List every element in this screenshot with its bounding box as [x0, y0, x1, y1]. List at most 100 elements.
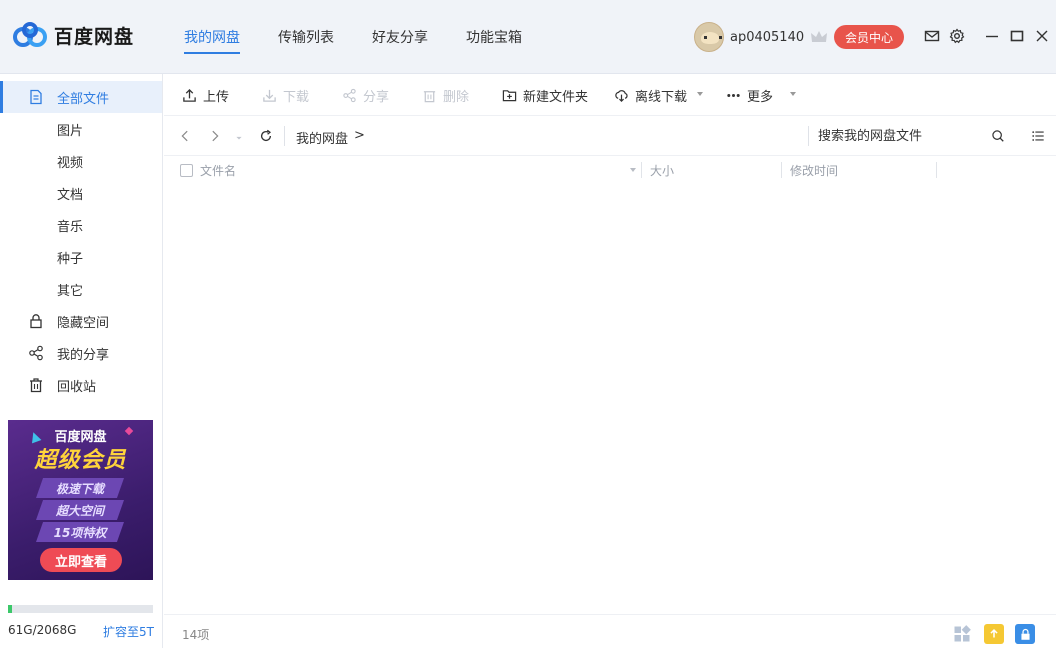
offline-download-button[interactable]: 离线下载 — [614, 86, 688, 105]
lock-icon — [30, 314, 42, 329]
more-button[interactable]: 更多 — [726, 86, 774, 105]
sidebar: 全部文件 图片 视频 文档 音乐 种子 其它 隐藏空间 我的分享 回收站 百度网… — [0, 74, 163, 648]
avatar[interactable] — [694, 22, 724, 52]
upload-label: 上传 — [203, 89, 230, 105]
offline-download-dropdown-icon[interactable] — [697, 92, 703, 96]
sidebar-item-label: 视频 — [57, 155, 84, 171]
list-view-icon[interactable] — [1030, 128, 1046, 144]
sidebar-item-hidden-space[interactable]: 隐藏空间 — [0, 305, 162, 337]
search-input[interactable] — [818, 124, 988, 148]
download-icon — [263, 89, 276, 102]
share-icon — [29, 345, 43, 361]
vip-center-button[interactable]: 会员中心 — [834, 25, 904, 49]
sort-dropdown-icon[interactable] — [630, 168, 636, 172]
upload-button[interactable]: 上传 — [182, 86, 230, 105]
title-bar: 百度网盘 我的网盘 传输列表 好友分享 功能宝箱 ap0405140 会员中心 — [0, 0, 1056, 74]
new-folder-button[interactable]: 新建文件夹 — [502, 86, 589, 105]
tab-my-netdisk[interactable]: 我的网盘 — [170, 0, 254, 74]
column-separator[interactable] — [936, 162, 937, 178]
breadcrumb[interactable]: 我的网盘 — [296, 128, 348, 147]
search-icon[interactable] — [990, 128, 1006, 144]
storage-quota-fill — [8, 605, 13, 613]
sidebar-item-all-files[interactable]: 全部文件 — [0, 81, 162, 113]
sidebar-item-label: 全部文件 — [57, 91, 110, 107]
sidebar-item-label: 音乐 — [57, 219, 84, 235]
mail-icon[interactable] — [923, 27, 941, 45]
column-name[interactable]: 文件名 — [200, 162, 236, 179]
item-count: 14项 — [182, 628, 210, 642]
status-bar: 14项 — [164, 614, 1056, 648]
divider — [808, 126, 809, 146]
tab-toolbox[interactable]: 功能宝箱 — [452, 0, 536, 74]
upload-icon — [183, 88, 196, 102]
upload-task-icon[interactable] — [984, 624, 1004, 644]
select-all-checkbox[interactable] — [180, 164, 193, 177]
history-dropdown-icon[interactable] — [231, 128, 247, 144]
file-toolbar: 上传 下载 分享 删除 新建文件夹 离线下载 更多 — [164, 74, 1056, 116]
super-vip-ad-banner[interactable]: 百度网盘 超级会员 极速下载 超大空间 15项特权 立即查看 — [8, 420, 153, 580]
sidebar-item-images[interactable]: 图片 — [0, 113, 162, 145]
column-modified[interactable]: 修改时间 — [790, 162, 838, 179]
sidebar-item-label: 我的分享 — [57, 347, 110, 363]
expand-storage-link[interactable]: 扩容至5T — [103, 623, 154, 640]
new-folder-label: 新建文件夹 — [523, 89, 589, 105]
sidebar-item-label: 其它 — [57, 283, 84, 299]
storage-quota-bar — [8, 605, 153, 613]
path-bar: 我的网盘 > — [164, 116, 1056, 156]
refresh-icon[interactable] — [258, 128, 274, 144]
ad-tag-fast-download: 极速下载 — [36, 478, 124, 498]
column-separator[interactable] — [781, 162, 782, 178]
share-label: 分享 — [363, 89, 390, 105]
column-size[interactable]: 大小 — [650, 162, 674, 179]
trash-icon — [423, 90, 436, 102]
sidebar-item-others[interactable]: 其它 — [0, 273, 162, 305]
sidebar-item-label: 种子 — [57, 251, 84, 267]
forward-icon[interactable] — [207, 128, 223, 144]
download-button[interactable]: 下载 — [262, 86, 310, 105]
user-profile[interactable]: ap0405140 — [694, 22, 828, 52]
storage-quota-text: 61G/2068G — [8, 623, 77, 637]
baidu-netdisk-logo-icon — [13, 22, 47, 47]
sidebar-item-documents[interactable]: 文档 — [0, 177, 162, 209]
maximize-icon[interactable] — [1008, 27, 1026, 45]
download-label: 下载 — [283, 89, 310, 105]
trash-icon — [30, 378, 42, 393]
sidebar-item-label: 图片 — [57, 123, 84, 139]
offline-download-label: 离线下载 — [635, 89, 688, 105]
cloud-download-icon — [615, 89, 628, 102]
minimize-icon[interactable] — [983, 27, 1001, 45]
ad-title: 超级会员 — [34, 448, 127, 473]
app-brand: 百度网盘 — [54, 25, 135, 48]
gear-icon[interactable] — [948, 27, 966, 45]
app-logo: 百度网盘 — [12, 20, 134, 50]
lock-icon[interactable] — [1015, 624, 1035, 644]
sidebar-item-my-shares[interactable]: 我的分享 — [0, 337, 162, 369]
file-list-header: 文件名 大小 修改时间 — [164, 156, 1056, 184]
main-nav: 我的网盘 传输列表 好友分享 功能宝箱 — [170, 0, 546, 74]
sidebar-item-label: 隐藏空间 — [57, 315, 110, 331]
more-label: 更多 — [747, 89, 774, 105]
delete-button[interactable]: 删除 — [422, 86, 470, 105]
more-dots-icon — [727, 93, 740, 97]
ad-view-now-button[interactable]: 立即查看 — [40, 548, 122, 572]
sidebar-item-music[interactable]: 音乐 — [0, 209, 162, 241]
tab-transfer-list[interactable]: 传输列表 — [264, 0, 348, 74]
username[interactable]: ap0405140 — [730, 30, 804, 45]
delete-label: 删除 — [443, 89, 470, 105]
more-dropdown-icon[interactable] — [790, 92, 796, 96]
new-folder-icon — [502, 89, 517, 101]
divider — [284, 126, 285, 146]
ad-tag-large-space: 超大空间 — [36, 500, 124, 520]
sidebar-item-torrents[interactable]: 种子 — [0, 241, 162, 273]
share-icon — [343, 88, 356, 102]
sidebar-item-label: 文档 — [57, 187, 84, 203]
sidebar-item-recycle-bin[interactable]: 回收站 — [0, 369, 162, 401]
close-icon[interactable] — [1033, 27, 1051, 45]
back-icon[interactable] — [177, 128, 193, 144]
tab-friend-share[interactable]: 好友分享 — [358, 0, 442, 74]
breadcrumb-separator[interactable]: > — [354, 128, 365, 143]
sidebar-item-videos[interactable]: 视频 — [0, 145, 162, 177]
column-separator[interactable] — [641, 162, 642, 178]
share-button[interactable]: 分享 — [342, 86, 390, 105]
grid-view-icon[interactable] — [952, 624, 972, 644]
